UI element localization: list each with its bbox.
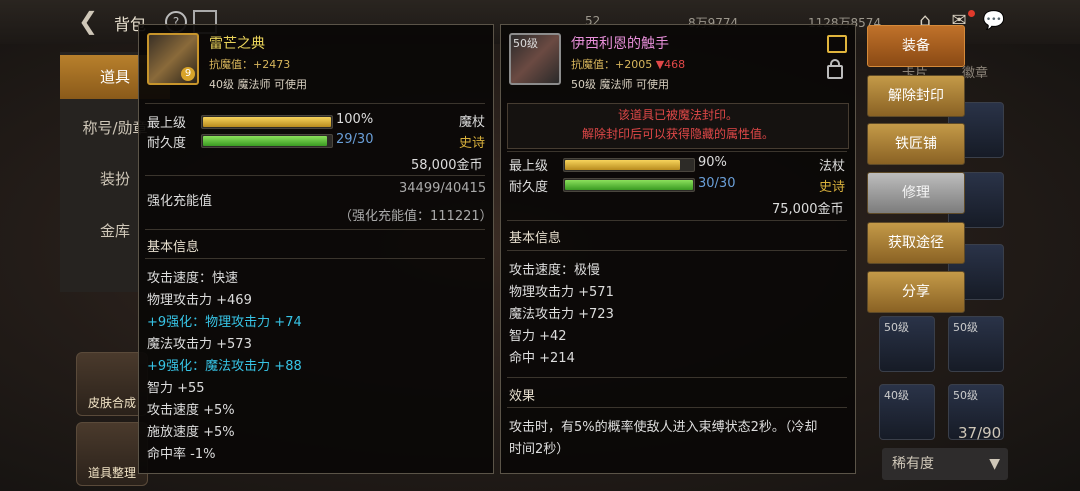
magic-resist: 抗魔值：+2005 ▼468: [571, 56, 685, 72]
stat-line: 智力 +42: [509, 329, 567, 344]
divider: [145, 229, 485, 230]
divider: [507, 151, 847, 152]
stat-line: 命中 +214: [509, 351, 575, 366]
divider: [145, 258, 485, 259]
selected-item-tooltip: 50级 伊西利恩的触手 抗魔值：+2005 ▼468 50级 魔法师 可使用 该…: [500, 24, 856, 474]
max-level-value: 100%: [336, 112, 374, 127]
inventory-slot[interactable]: 50级: [948, 316, 1004, 372]
stat-line: 物理攻击力 +469: [147, 293, 252, 308]
durability-bar: [201, 134, 333, 148]
durability-fill: [203, 136, 327, 146]
basic-info-heading: 基本信息: [147, 240, 200, 255]
equip-button[interactable]: 装备: [867, 25, 965, 67]
magic-resist-label: 抗魔值：: [209, 58, 253, 71]
divider: [507, 407, 847, 408]
requirement: 40级 魔法师 可使用: [209, 78, 307, 91]
max-level-bar: [563, 158, 695, 172]
price: 58,000金币: [411, 158, 483, 173]
magic-resist-value: +2473: [253, 58, 291, 71]
stat-line: 命中率 -1%: [147, 447, 216, 462]
slot-level: 50级: [953, 389, 978, 402]
max-level-fill: [203, 117, 331, 127]
rarity-label: 史诗: [459, 136, 486, 151]
item-name: 伊西利恩的触手: [571, 36, 669, 52]
charge-sub: （强化充能值：111221）: [339, 209, 493, 224]
stat-line: +9强化：魔法攻击力 +88: [147, 359, 302, 374]
durability-label: 耐久度: [509, 180, 549, 195]
magic-resist-down: ▼468: [655, 58, 686, 71]
max-level-label: 最上级: [147, 116, 187, 131]
blacksmith-button[interactable]: 铁匠铺: [867, 123, 965, 165]
repair-button[interactable]: 修理: [867, 172, 965, 214]
stat-line: 智力 +55: [147, 381, 205, 396]
item-name: 雷芒之典: [209, 36, 265, 52]
magic-resist: 抗魔值：+2473: [209, 56, 290, 72]
effect-heading: 效果: [509, 389, 536, 404]
equipped-item-tooltip: 9 雷芒之典 抗魔值：+2473 40级 魔法师 可使用 最上级 100% 魔杖…: [138, 24, 494, 474]
max-level-bar: [201, 115, 333, 129]
rarity-label: 史诗: [819, 180, 846, 195]
rarity-filter-select[interactable]: 稀有度 ▼: [882, 448, 1008, 480]
weapon-type: 魔杖: [459, 115, 486, 130]
back-arrow-icon[interactable]: ❮: [78, 9, 102, 33]
max-level-value: 90%: [698, 155, 727, 170]
magic-resist-label: 抗魔值：: [571, 58, 615, 71]
share-icon[interactable]: [827, 35, 847, 53]
basic-info-heading: 基本信息: [509, 231, 562, 246]
stat-line: 攻击速度 +5%: [147, 403, 235, 418]
seal-notice: 该道具已被魔法封印。 解除封印后可以获得隐藏的属性值。: [507, 103, 849, 149]
divider: [507, 250, 847, 251]
divider: [507, 377, 847, 378]
seal-line-2: 解除封印后可以获得隐藏的属性值。: [581, 127, 774, 141]
weapon-type: 法杖: [819, 159, 846, 174]
inventory-count: 37/90: [958, 424, 1002, 442]
durability-label: 耐久度: [147, 136, 187, 151]
stat-line: 魔法攻击力 +723: [509, 307, 614, 322]
effect-line-2: 时间2秒）: [509, 442, 570, 457]
stat-line: 魔法攻击力 +573: [147, 337, 252, 352]
seal-line-1: 该道具已被魔法封印。: [617, 108, 738, 122]
divider: [507, 220, 847, 221]
max-level-label: 最上级: [509, 159, 549, 174]
charge-value: 34499/40415: [399, 181, 487, 196]
durability-value: 30/30: [698, 176, 736, 191]
rarity-filter-value: 稀有度: [892, 456, 934, 472]
inventory-slot[interactable]: 40级: [879, 384, 935, 440]
slot-level: 50级: [953, 321, 978, 334]
max-level-fill: [565, 160, 681, 170]
share-button[interactable]: 分享: [867, 271, 965, 313]
tab-emblems[interactable]: 徽章: [962, 62, 988, 81]
level-badge: 50级: [513, 37, 538, 50]
price: 75,000金币: [772, 202, 844, 217]
stat-line: +9强化：物理攻击力 +74: [147, 315, 302, 330]
charge-label: 强化充能值: [147, 194, 213, 209]
slot-level: 40级: [884, 389, 909, 402]
inventory-slot[interactable]: 50级: [879, 316, 935, 372]
chat-icon[interactable]: 💬: [982, 10, 1006, 32]
dropdown-arrow-icon: ▼: [989, 456, 1000, 472]
divider: [145, 175, 485, 176]
requirement: 50级 魔法师 可使用: [571, 78, 669, 91]
magic-resist-value: +2005: [615, 58, 653, 71]
stat-line: 物理攻击力 +571: [509, 285, 614, 300]
item-sort-label: 道具整理: [87, 466, 136, 480]
stat-line: 攻击速度：极慢: [509, 263, 601, 278]
enhance-badge: 9: [181, 67, 195, 81]
notification-dot: [968, 10, 975, 17]
lock-icon: [827, 59, 843, 79]
durability-value: 29/30: [336, 132, 374, 147]
slot-level: 50级: [884, 321, 909, 334]
effect-line-1: 攻击时，有5%的概率使敌人进入束缚状态2秒。（冷却: [509, 420, 818, 435]
weapon-icon: 9: [147, 33, 199, 85]
stat-line: 攻击速度：快速: [147, 271, 239, 286]
obtain-source-button[interactable]: 获取途径: [867, 222, 965, 264]
stat-line: 施放速度 +5%: [147, 425, 235, 440]
durability-fill: [565, 180, 693, 190]
durability-bar: [563, 178, 695, 192]
unseal-button[interactable]: 解除封印: [867, 75, 965, 117]
skin-synthesis-label: 皮肤合成: [87, 396, 136, 410]
divider: [145, 103, 485, 104]
